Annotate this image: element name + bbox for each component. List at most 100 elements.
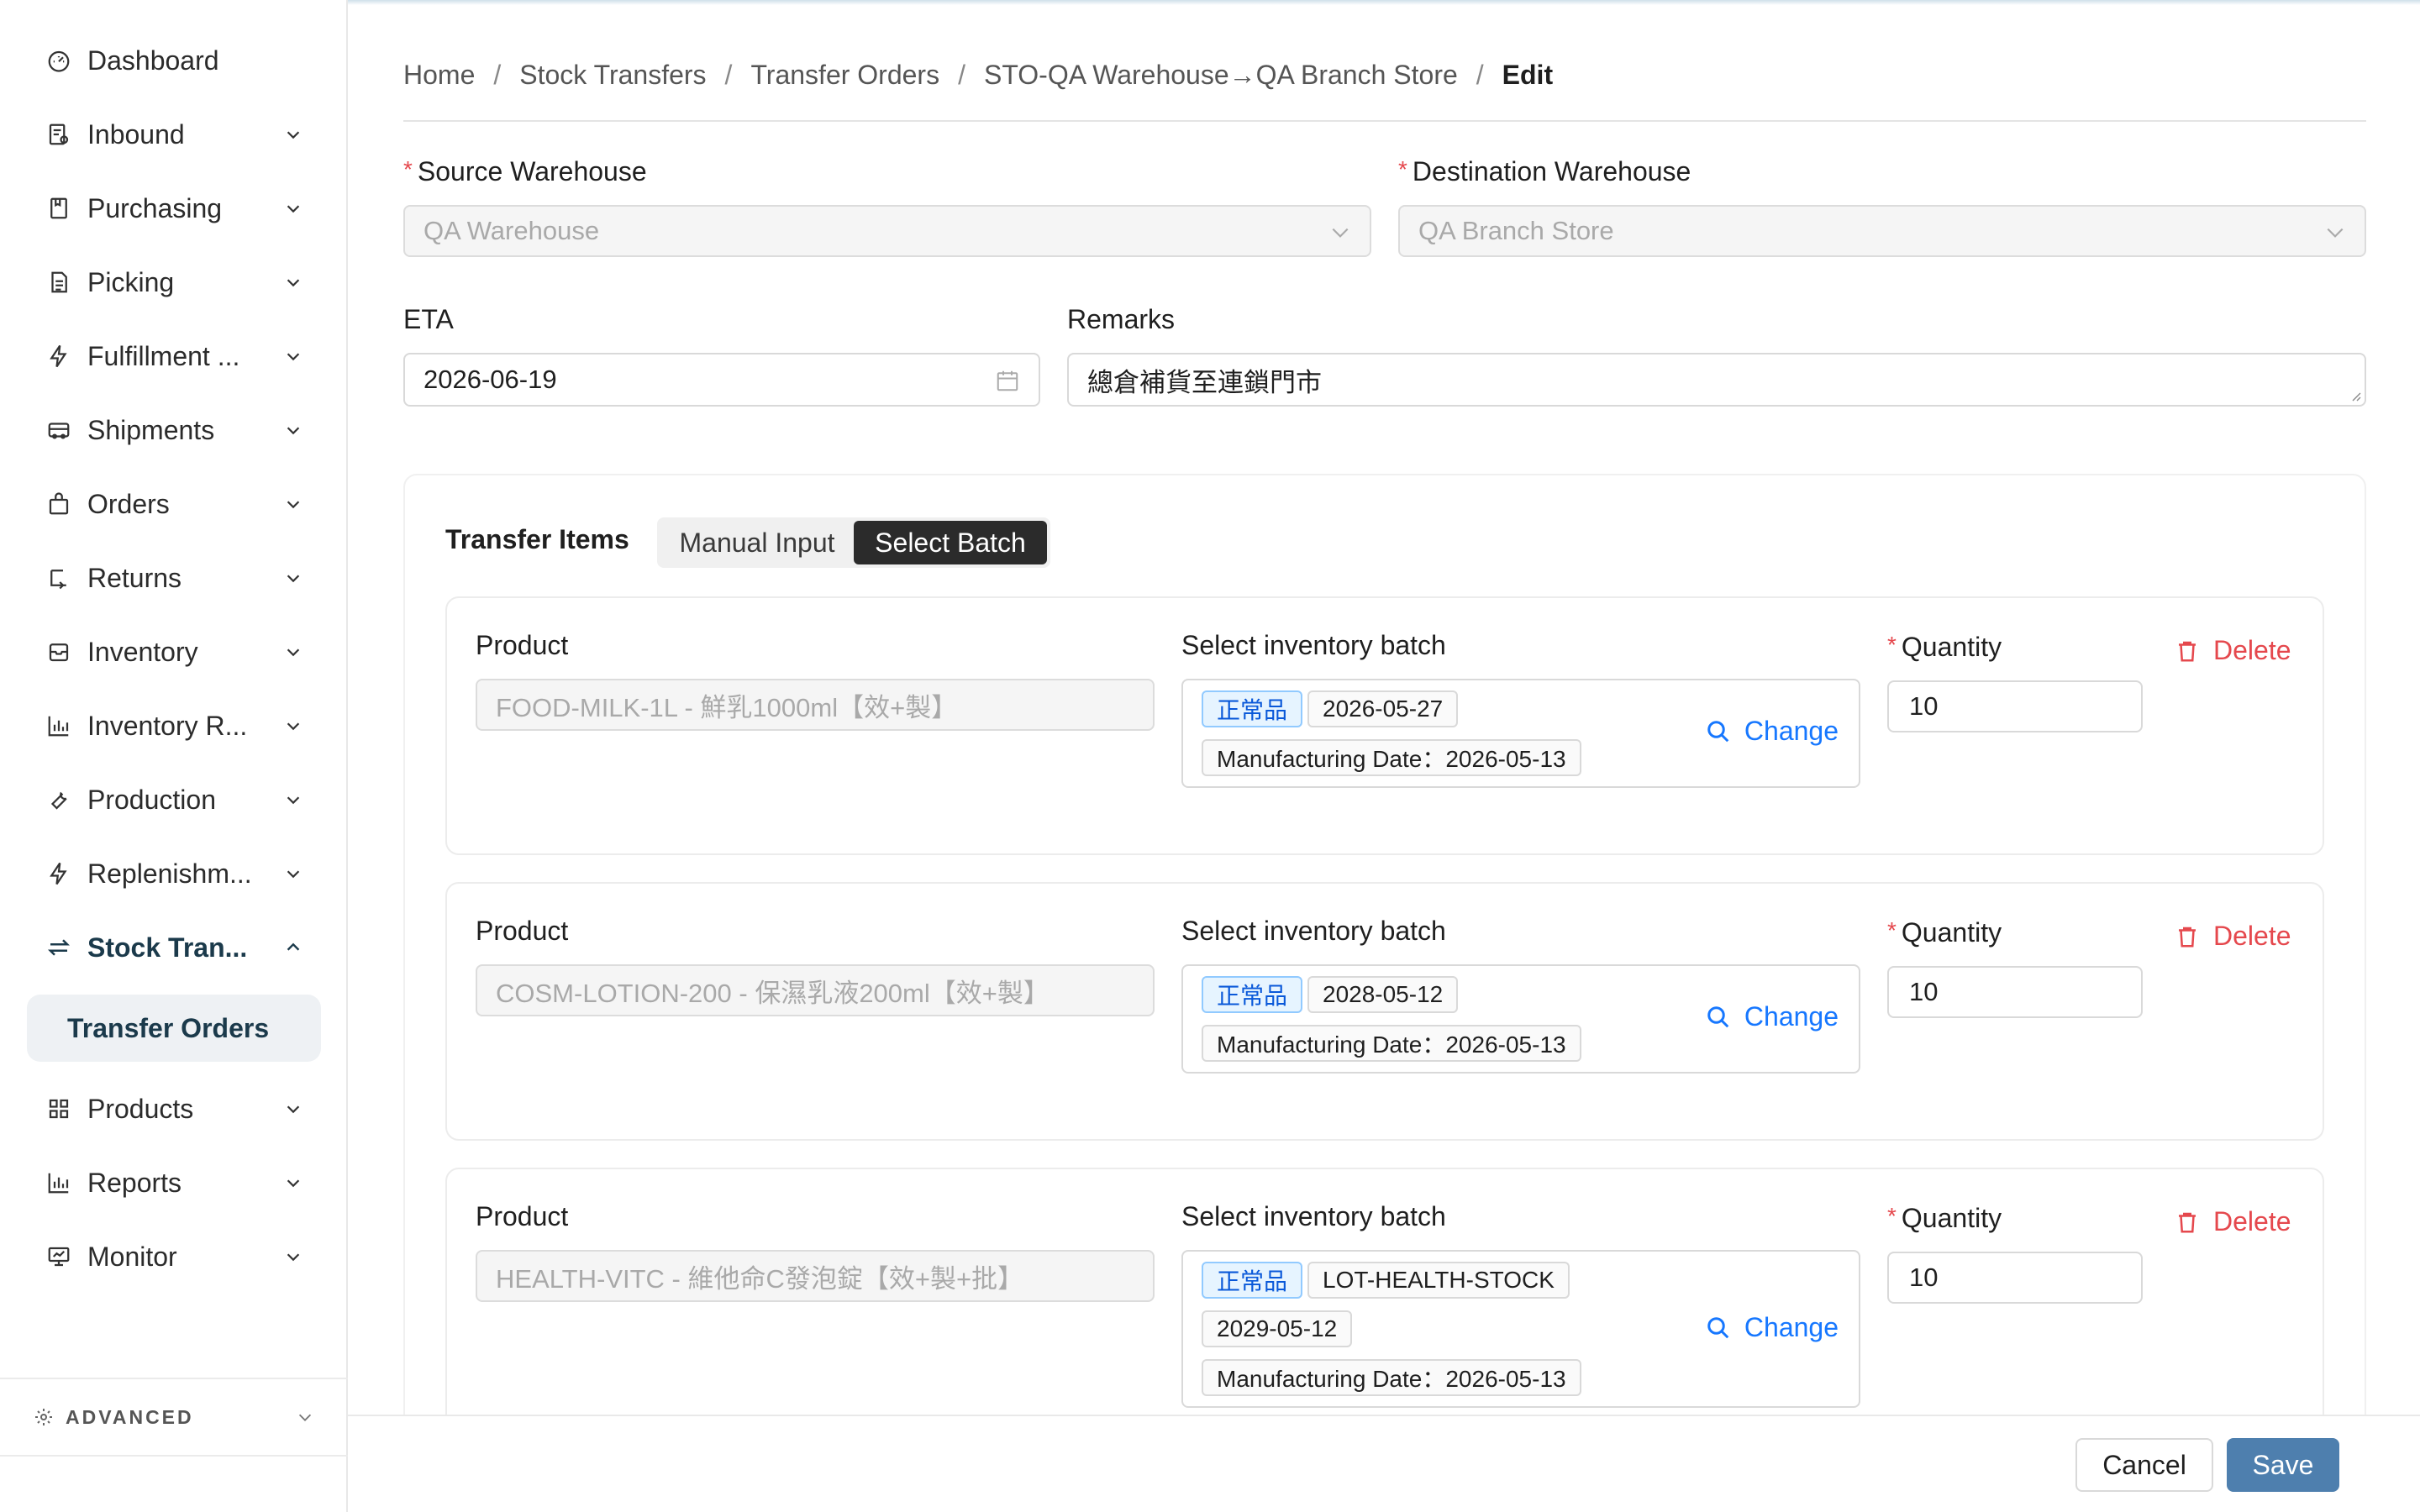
source-label-text: Source Warehouse [417, 156, 647, 186]
change-label: Change [1744, 1001, 1839, 1032]
input-mode-toggle: Manual Input Select Batch [657, 517, 1050, 568]
chevron-down-icon [282, 715, 304, 737]
nav-label: Purchasing [87, 192, 223, 223]
chevron-down-icon [282, 1098, 304, 1120]
product-label: Product [476, 916, 569, 946]
purchasing-icon [44, 193, 74, 223]
nav-label: Dashboard [87, 45, 219, 76]
chevron-down-icon [282, 419, 304, 441]
lightning-icon [44, 858, 74, 889]
nav-label: Production [87, 784, 216, 815]
eta-label: ETA [403, 304, 454, 334]
delete-row-button[interactable]: Delete [2175, 1206, 2291, 1237]
chevron-down-icon [282, 1246, 304, 1268]
nav-orders[interactable]: Orders [44, 479, 304, 529]
chevron-up-icon [282, 937, 304, 958]
remarks-textarea[interactable]: 總倉補貨至連鎖門市 [1067, 353, 2366, 407]
breadcrumb-separator: / [958, 59, 965, 90]
nav-stock-transfers[interactable]: Stock Tran... [44, 922, 304, 973]
product-label: Product [476, 630, 569, 660]
sidebar: Dashboard Inbound Purchasing Picking Ful… [0, 0, 348, 1512]
source-warehouse-value: QA Warehouse [424, 216, 600, 245]
nav-reports[interactable]: Reports [44, 1158, 304, 1208]
dashboard-icon [44, 45, 74, 76]
manual-input-tab[interactable]: Manual Input [660, 521, 854, 564]
nav-shipments[interactable]: Shipments [44, 405, 304, 455]
bar-chart-icon [44, 1168, 74, 1198]
breadcrumb-stock-transfers[interactable]: Stock Transfers [519, 60, 706, 91]
top-shade [348, 0, 2420, 5]
quantity-label-text: Quantity [1901, 1203, 2002, 1233]
nav-inventory-reports[interactable]: Inventory R... [44, 701, 304, 751]
nav-label: Picking [87, 266, 175, 297]
chevron-down-icon [282, 123, 304, 145]
required-marker: * [1887, 632, 1897, 658]
batch-expiry-tag: 2029-05-12 [1202, 1310, 1353, 1347]
nav-label: Inbound [87, 118, 185, 150]
remarks-value: 總倉補貨至連鎖門市 [1087, 367, 1322, 397]
resize-handle-icon[interactable] [2349, 390, 2361, 402]
breadcrumb-current: Edit [1502, 59, 1554, 90]
nav-label: Monitor [87, 1241, 177, 1272]
breadcrumb-transfer-orders[interactable]: Transfer Orders [750, 60, 939, 91]
quantity-input[interactable]: 10 [1887, 966, 2143, 1018]
change-batch-button[interactable]: Change [1706, 1001, 1839, 1032]
breadcrumb-order[interactable]: STO-QA Warehouse→QA Branch Store [984, 60, 1458, 91]
nav-production[interactable]: Production [44, 774, 304, 825]
nav-inbound[interactable]: Inbound [44, 109, 304, 160]
product-label: Product [476, 1201, 569, 1231]
delete-row-button[interactable]: Delete [2175, 921, 2291, 952]
change-batch-button[interactable]: Change [1706, 1312, 1839, 1343]
breadcrumb-home[interactable]: Home [403, 60, 475, 91]
batch-selector[interactable]: 正常品 2026-05-27 Manufacturing Date：2026-0… [1181, 679, 1860, 788]
batch-label: Select inventory batch [1181, 630, 1446, 660]
product-field: COSM-LOTION-200 - 保濕乳液200ml【效+製】 [476, 964, 1155, 1016]
nav-monitor[interactable]: Monitor [44, 1231, 304, 1282]
save-button[interactable]: Save [2227, 1438, 2339, 1492]
nav-returns[interactable]: Returns [44, 553, 304, 603]
source-warehouse-select: QA Warehouse [403, 205, 1371, 257]
nav-inventory[interactable]: Inventory [44, 627, 304, 677]
quantity-input[interactable]: 10 [1887, 1252, 2143, 1304]
eta-date-picker[interactable]: 2026-06-19 [403, 353, 1040, 407]
quantity-label: * Quantity [1887, 1203, 2002, 1234]
chevron-down-icon [282, 567, 304, 589]
select-batch-tab[interactable]: Select Batch [854, 521, 1047, 564]
lightning-icon [44, 341, 74, 371]
change-label: Change [1744, 716, 1839, 746]
chevron-down-icon [282, 641, 304, 663]
eta-value: 2026-06-19 [424, 365, 557, 394]
chevron-down-icon [298, 1414, 312, 1421]
delete-label: Delete [2213, 1206, 2291, 1236]
trash-icon [2179, 641, 2196, 661]
advanced-section[interactable]: ADVANCED [0, 1378, 348, 1457]
truck-icon [44, 415, 74, 445]
grid-icon [44, 1094, 74, 1124]
nav-products[interactable]: Products [44, 1084, 304, 1134]
chevron-down-icon [1332, 228, 1349, 238]
delete-label: Delete [2213, 921, 2291, 951]
nav-purchasing[interactable]: Purchasing [44, 183, 304, 234]
nav-fulfillment[interactable]: Fulfillment ... [44, 331, 304, 381]
nav-label: Reports [87, 1167, 182, 1198]
nav-picking[interactable]: Picking [44, 257, 304, 307]
batch-selector[interactable]: 正常品 2028-05-12 Manufacturing Date：2026-0… [1181, 964, 1860, 1074]
calendar-icon [997, 370, 1018, 391]
batch-selector[interactable]: 正常品 LOT-HEALTH-STOCK 2029-05-12 Manufact… [1181, 1250, 1860, 1408]
batch-expiry-tag: 2026-05-27 [1307, 690, 1459, 727]
nav-replenishment[interactable]: Replenishm... [44, 848, 304, 899]
destination-warehouse-value: QA Branch Store [1418, 216, 1614, 245]
nav-transfer-orders[interactable]: Transfer Orders [27, 995, 321, 1062]
transfer-item-row: Product COSM-LOTION-200 - 保濕乳液200ml【效+製】… [445, 882, 2324, 1141]
delete-row-button[interactable]: Delete [2175, 635, 2291, 666]
delete-label: Delete [2213, 635, 2291, 665]
destination-warehouse-select: QA Branch Store [1398, 205, 2366, 257]
gear-icon [35, 1409, 52, 1425]
quantity-input[interactable]: 10 [1887, 680, 2143, 732]
cancel-button[interactable]: Cancel [2075, 1438, 2213, 1492]
change-label: Change [1744, 1312, 1839, 1342]
change-batch-button[interactable]: Change [1706, 716, 1839, 747]
required-marker: * [1887, 1203, 1897, 1229]
transfer-icon [44, 932, 74, 963]
nav-dashboard[interactable]: Dashboard [44, 35, 304, 86]
